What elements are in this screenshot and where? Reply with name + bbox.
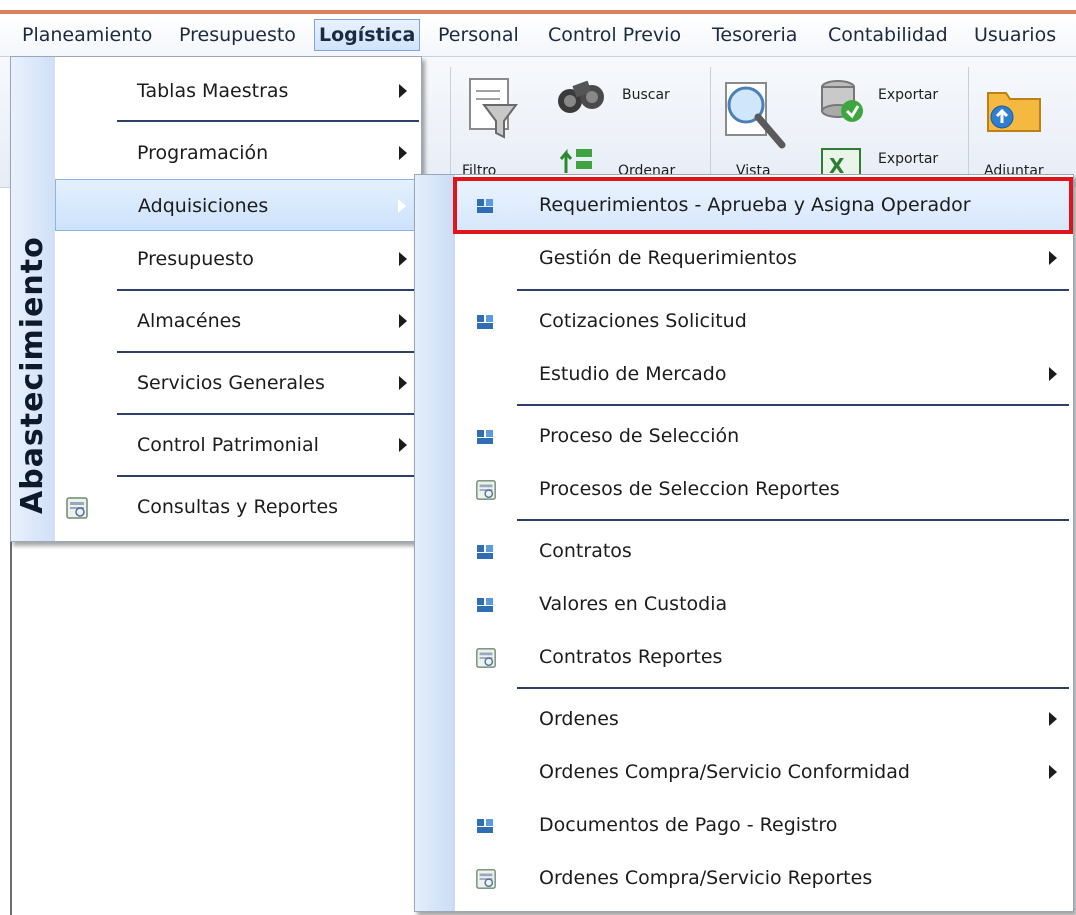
menu-item-programacion[interactable]: Programación — [55, 127, 421, 179]
menu-item-almacenes[interactable]: Almacénes — [55, 295, 421, 347]
menu-tesoreria[interactable]: Tesoreria — [708, 19, 801, 51]
toolbar-separator — [710, 67, 711, 177]
binoculars-icon[interactable] — [556, 75, 608, 117]
form-icon — [477, 199, 493, 213]
menu-separator — [117, 413, 419, 415]
top-accent-bar — [0, 0, 1076, 14]
submenu-item-label: Contratos Reportes — [539, 646, 723, 668]
menu-item-label: Programación — [137, 142, 269, 164]
dropdown-sidebar: Abastecimiento — [11, 57, 55, 541]
menu-control-previo[interactable]: Control Previo — [544, 19, 685, 51]
submenu-arrow-icon — [399, 314, 407, 328]
report-icon — [66, 497, 88, 519]
preview-magnifier-icon[interactable] — [722, 79, 788, 151]
submenu-arrow-icon — [1049, 712, 1057, 726]
menu-item-adquisiciones[interactable]: Adquisiciones — [55, 179, 421, 231]
logistica-dropdown-menu: Abastecimiento Tablas Maestras Programac… — [10, 56, 422, 542]
submenu-item-ordenes-reportes[interactable]: Ordenes Compra/Servicio Reportes — [455, 852, 1071, 905]
sidebar-title-abastecimiento: Abastecimiento — [15, 236, 50, 514]
adquisiciones-submenu: Requerimientos - Aprueba y Asigna Operad… — [414, 174, 1074, 912]
submenu-item-label: Documentos de Pago - Registro — [539, 814, 838, 836]
toolbar-exportar-1-label[interactable]: Exportar — [878, 87, 938, 103]
submenu-item-estudio-mercado[interactable]: Estudio de Mercado — [455, 348, 1071, 401]
toolbar-separator — [968, 67, 969, 177]
submenu-item-cotizaciones-solicitud[interactable]: Cotizaciones Solicitud — [455, 295, 1071, 348]
submenu-item-label: Ordenes — [539, 708, 619, 730]
submenu-arrow-icon — [1049, 765, 1057, 779]
submenu-arrow-icon — [399, 146, 407, 160]
menu-item-label: Tablas Maestras — [137, 80, 289, 102]
menu-separator — [117, 351, 419, 353]
submenu-item-proceso-seleccion[interactable]: Proceso de Selección — [455, 410, 1071, 463]
submenu-item-label: Procesos de Seleccion Reportes — [539, 478, 840, 500]
form-icon — [477, 819, 493, 833]
submenu-arrow-icon — [1049, 251, 1057, 265]
menu-separator — [117, 475, 419, 477]
menu-usuarios[interactable]: Usuarios — [970, 19, 1060, 51]
submenu-arrow-icon — [1049, 367, 1057, 381]
form-icon — [477, 315, 493, 329]
menu-separator — [117, 120, 419, 122]
submenu-arrow-icon — [399, 252, 407, 266]
menu-bar: Planeamiento Presupuesto Logística Perso… — [0, 14, 1076, 57]
menu-item-label: Adquisiciones — [138, 195, 269, 217]
menu-item-consultas-reportes[interactable]: Consultas y Reportes — [55, 481, 421, 533]
database-export-icon[interactable] — [818, 77, 866, 125]
submenu-arrow-icon — [399, 84, 407, 98]
submenu-item-ordenes[interactable]: Ordenes — [455, 693, 1071, 746]
toolbar-exportar-2-label[interactable]: Exportar — [878, 151, 938, 167]
submenu-item-label: Ordenes Compra/Servicio Conformidad — [539, 761, 910, 783]
menu-item-servicios-generales[interactable]: Servicios Generales — [55, 357, 421, 409]
menu-separator — [517, 519, 1069, 521]
toolbar-separator — [450, 67, 451, 177]
menu-logistica[interactable]: Logística — [314, 19, 421, 51]
submenu-item-label: Contratos — [539, 540, 632, 562]
form-icon — [477, 545, 493, 559]
attach-folder-icon[interactable] — [984, 81, 1044, 135]
submenu-item-requerimientos-aprueba[interactable]: Requerimientos - Aprueba y Asigna Operad… — [453, 177, 1073, 234]
submenu-item-valores-custodia[interactable]: Valores en Custodia — [455, 578, 1071, 631]
submenu-item-ordenes-conformidad[interactable]: Ordenes Compra/Servicio Conformidad — [455, 746, 1071, 799]
menu-item-label: Consultas y Reportes — [137, 496, 339, 518]
menu-item-label: Presupuesto — [137, 248, 254, 270]
menu-presupuesto[interactable]: Presupuesto — [175, 19, 300, 51]
submenu-item-contratos-reportes[interactable]: Contratos Reportes — [455, 631, 1071, 684]
submenu-item-procesos-seleccion-reportes[interactable]: Procesos de Seleccion Reportes — [455, 463, 1071, 516]
submenu-item-contratos[interactable]: Contratos — [455, 525, 1071, 578]
report-icon — [476, 648, 496, 668]
menu-item-label: Control Patrimonial — [137, 434, 319, 456]
submenu-item-label: Cotizaciones Solicitud — [539, 310, 747, 332]
submenu-arrow-icon — [398, 199, 406, 213]
submenu-item-gestion-requerimientos[interactable]: Gestión de Requerimientos — [455, 232, 1071, 285]
menu-contabilidad[interactable]: Contabilidad — [824, 19, 952, 51]
submenu-item-documentos-pago[interactable]: Documentos de Pago - Registro — [455, 799, 1071, 852]
menu-item-presupuesto[interactable]: Presupuesto — [55, 233, 421, 285]
submenu-item-label: Proceso de Selección — [539, 425, 740, 447]
menu-personal[interactable]: Personal — [434, 19, 523, 51]
form-icon — [477, 430, 493, 444]
menu-separator — [117, 289, 419, 291]
submenu-item-label: Estudio de Mercado — [539, 363, 727, 385]
submenu-item-label: Ordenes Compra/Servicio Reportes — [539, 867, 873, 889]
report-icon — [476, 480, 496, 500]
report-icon — [476, 869, 496, 889]
menu-separator — [517, 289, 1069, 291]
submenu-arrow-icon — [399, 376, 407, 390]
submenu-item-label: Gestión de Requerimientos — [539, 247, 797, 269]
menu-item-control-patrimonial[interactable]: Control Patrimonial — [55, 419, 421, 471]
menu-separator — [517, 404, 1069, 406]
filter-icon[interactable] — [464, 75, 522, 145]
submenu-item-label: Requerimientos - Aprueba y Asigna Operad… — [539, 194, 971, 216]
menu-item-label: Almacénes — [137, 310, 242, 332]
form-icon — [477, 598, 493, 612]
menu-planeamiento[interactable]: Planeamiento — [18, 19, 156, 51]
submenu-sidebar — [415, 175, 455, 911]
menu-separator — [517, 687, 1069, 689]
menu-item-label: Servicios Generales — [137, 372, 325, 394]
toolbar-buscar-label[interactable]: Buscar — [622, 87, 670, 103]
sort-icon[interactable] — [558, 145, 598, 175]
submenu-item-label: Valores en Custodia — [539, 593, 728, 615]
menu-item-tablas-maestras[interactable]: Tablas Maestras — [55, 65, 421, 117]
submenu-arrow-icon — [399, 438, 407, 452]
